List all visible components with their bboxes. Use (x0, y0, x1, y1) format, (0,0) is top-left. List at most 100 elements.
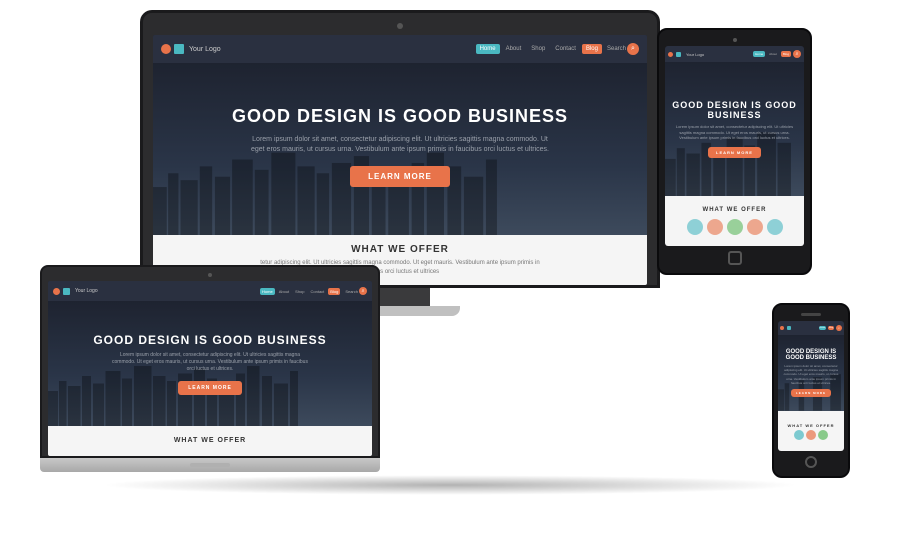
offer-icon-1 (687, 219, 703, 235)
logo-icon-orange (161, 44, 171, 54)
tablet-offer-icons (687, 219, 783, 235)
laptop-nav-links: Home About Shop Contact Blog Search ⌕ (260, 287, 367, 295)
tablet-logo-text: Your Logo (686, 52, 704, 57)
monitor-offer-title: WHAT WE OFFER (351, 244, 449, 255)
monitor-nav-links: Home About Shop Contact Blog Search ⌕ (476, 43, 639, 55)
phone-frame: Home Blog ⌕ (772, 303, 850, 478)
laptop-screen: Your Logo Home About Shop Contact Blog S… (48, 281, 372, 456)
phone-nav-blog[interactable]: Blog (828, 326, 834, 330)
tablet-hero: GOOD DESIGN IS GOOD BUSINESS Lorem ipsum… (665, 62, 804, 196)
laptop-offer-title: WHAT WE OFFER (174, 437, 246, 444)
laptop-nav-contact[interactable]: Contact (309, 288, 327, 295)
phone-home-button[interactable] (805, 456, 817, 468)
laptop-search-icon[interactable]: ⌕ (359, 287, 367, 295)
phone-nav: Home Blog ⌕ (778, 321, 844, 335)
tablet-nav-blog[interactable]: Blog (781, 51, 791, 57)
phone-nav-links: Home Blog ⌕ (819, 325, 842, 331)
laptop-device: Your Logo Home About Shop Contact Blog S… (40, 265, 380, 472)
phone-offer-title: WHAT WE OFFER (788, 423, 835, 428)
tablet-nav-links: Home About Blog ⌕ (753, 50, 801, 58)
logo-text: Your Logo (189, 46, 221, 53)
tablet-nav: Your Logo Home About Blog ⌕ (665, 46, 804, 62)
laptop-logo-orange (53, 288, 60, 295)
tablet-nav-about[interactable]: About (767, 51, 779, 57)
laptop-learn-more-button[interactable]: LEARN MORE (178, 381, 242, 395)
tablet-logo-orange (668, 52, 673, 57)
monitor-logo: Your Logo (161, 44, 221, 54)
tablet-search-icon[interactable]: ⌕ (793, 50, 801, 58)
nav-blog[interactable]: Blog (582, 44, 602, 54)
laptop-nav-home[interactable]: Home (260, 288, 275, 295)
tablet-offer: WHAT WE OFFER (665, 196, 804, 246)
search-icon[interactable]: ⌕ (627, 43, 639, 55)
monitor-screen: Your Logo Home About Shop Contact Blog S… (153, 35, 647, 285)
laptop-logo-text: Your Logo (75, 288, 98, 294)
tablet-logo-teal (676, 52, 681, 57)
phone-screen: Home Blog ⌕ (778, 321, 844, 451)
laptop-camera (208, 273, 212, 277)
phone-offer: WHAT WE OFFER (778, 411, 844, 451)
laptop-search-text: Search (345, 289, 358, 294)
laptop-nav-about[interactable]: About (277, 288, 291, 295)
offer-icon-5 (767, 219, 783, 235)
tablet-home-button[interactable] (728, 251, 742, 265)
monitor-search: Search ⌕ (607, 43, 639, 55)
tablet-nav-home[interactable]: Home (753, 51, 765, 57)
laptop-logo-teal (63, 288, 70, 295)
tablet-device: Your Logo Home About Blog ⌕ (657, 28, 812, 275)
monitor-hero-title: GOOD DESIGN IS GOOD BUSINESS (232, 106, 568, 127)
tablet-hero-subtitle: Lorem ipsum dolor sit amet, consectetur … (675, 124, 795, 141)
tablet-website: Your Logo Home About Blog ⌕ (665, 46, 804, 246)
phone-logo-teal (787, 326, 791, 330)
phone-logo-orange (780, 326, 784, 330)
phone-speaker (801, 313, 821, 316)
phone-icon-2 (806, 430, 816, 440)
phone-learn-more-button[interactable]: LEARN MORE (791, 389, 831, 397)
offer-icon-4 (747, 219, 763, 235)
tablet-logo: Your Logo (668, 52, 704, 57)
offer-icon-3 (727, 219, 743, 235)
logo-icon-teal (174, 44, 184, 54)
device-shadow (100, 475, 800, 495)
laptop-hero-subtitle: Lorem ipsum dolor sit amet, consectetur … (110, 352, 310, 373)
laptop-logo: Your Logo (53, 288, 98, 295)
laptop-nav: Your Logo Home About Shop Contact Blog S… (48, 281, 372, 301)
tablet-frame: Your Logo Home About Blog ⌕ (657, 28, 812, 275)
monitor-website: Your Logo Home About Shop Contact Blog S… (153, 35, 647, 285)
tablet-learn-more-button[interactable]: LEARN MORE (708, 147, 761, 158)
nav-home[interactable]: Home (476, 44, 500, 54)
nav-shop[interactable]: Shop (527, 44, 549, 54)
monitor-frame: Your Logo Home About Shop Contact Blog S… (140, 10, 660, 288)
phone-hero-subtitle: Lorem ipsum dolor sit amet, consectetur … (781, 364, 841, 385)
laptop-search: Search ⌕ (345, 287, 367, 295)
phone-nav-home[interactable]: Home (819, 326, 826, 330)
phone-search-icon[interactable]: ⌕ (836, 325, 842, 331)
phone-device: Home Blog ⌕ (772, 303, 850, 478)
monitor-hero-subtitle: Lorem ipsum dolor sit amet, consectetur … (250, 135, 550, 155)
laptop-offer: WHAT WE OFFER (48, 426, 372, 456)
tablet-hero-title: GOOD DESIGN IS GOOD BUSINESS (665, 100, 804, 120)
laptop-nav-shop[interactable]: Shop (293, 288, 306, 295)
tablet-screen: Your Logo Home About Blog ⌕ (665, 46, 804, 246)
laptop-website: Your Logo Home About Shop Contact Blog S… (48, 281, 372, 456)
laptop-hero: GOOD DESIGN IS GOOD BUSINESS Lorem ipsum… (48, 301, 372, 426)
laptop-hero-title: GOOD DESIGN IS GOOD BUSINESS (93, 333, 326, 347)
scene: Your Logo Home About Shop Contact Blog S… (0, 0, 900, 540)
search-text: Search (607, 46, 626, 52)
tablet-offer-title: WHAT WE OFFER (703, 207, 767, 213)
phone-logo (780, 326, 791, 330)
phone-website: Home Blog ⌕ (778, 321, 844, 451)
nav-contact[interactable]: Contact (551, 44, 580, 54)
laptop-frame: Your Logo Home About Shop Contact Blog S… (40, 265, 380, 458)
phone-hero: GOOD DESIGN IS GOOD BUSINESS Lorem ipsum… (778, 335, 844, 411)
nav-about[interactable]: About (502, 44, 526, 54)
phone-hero-title: GOOD DESIGN IS GOOD BUSINESS (778, 349, 844, 361)
tablet-camera (733, 38, 737, 42)
monitor-camera (397, 23, 403, 29)
laptop-base (40, 458, 380, 472)
laptop-nav-blog[interactable]: Blog (328, 288, 340, 295)
monitor-hero: GOOD DESIGN IS GOOD BUSINESS Lorem ipsum… (153, 63, 647, 235)
phone-icon-1 (794, 430, 804, 440)
monitor-learn-more-button[interactable]: LEARN MORE (350, 166, 450, 187)
offer-icon-2 (707, 219, 723, 235)
